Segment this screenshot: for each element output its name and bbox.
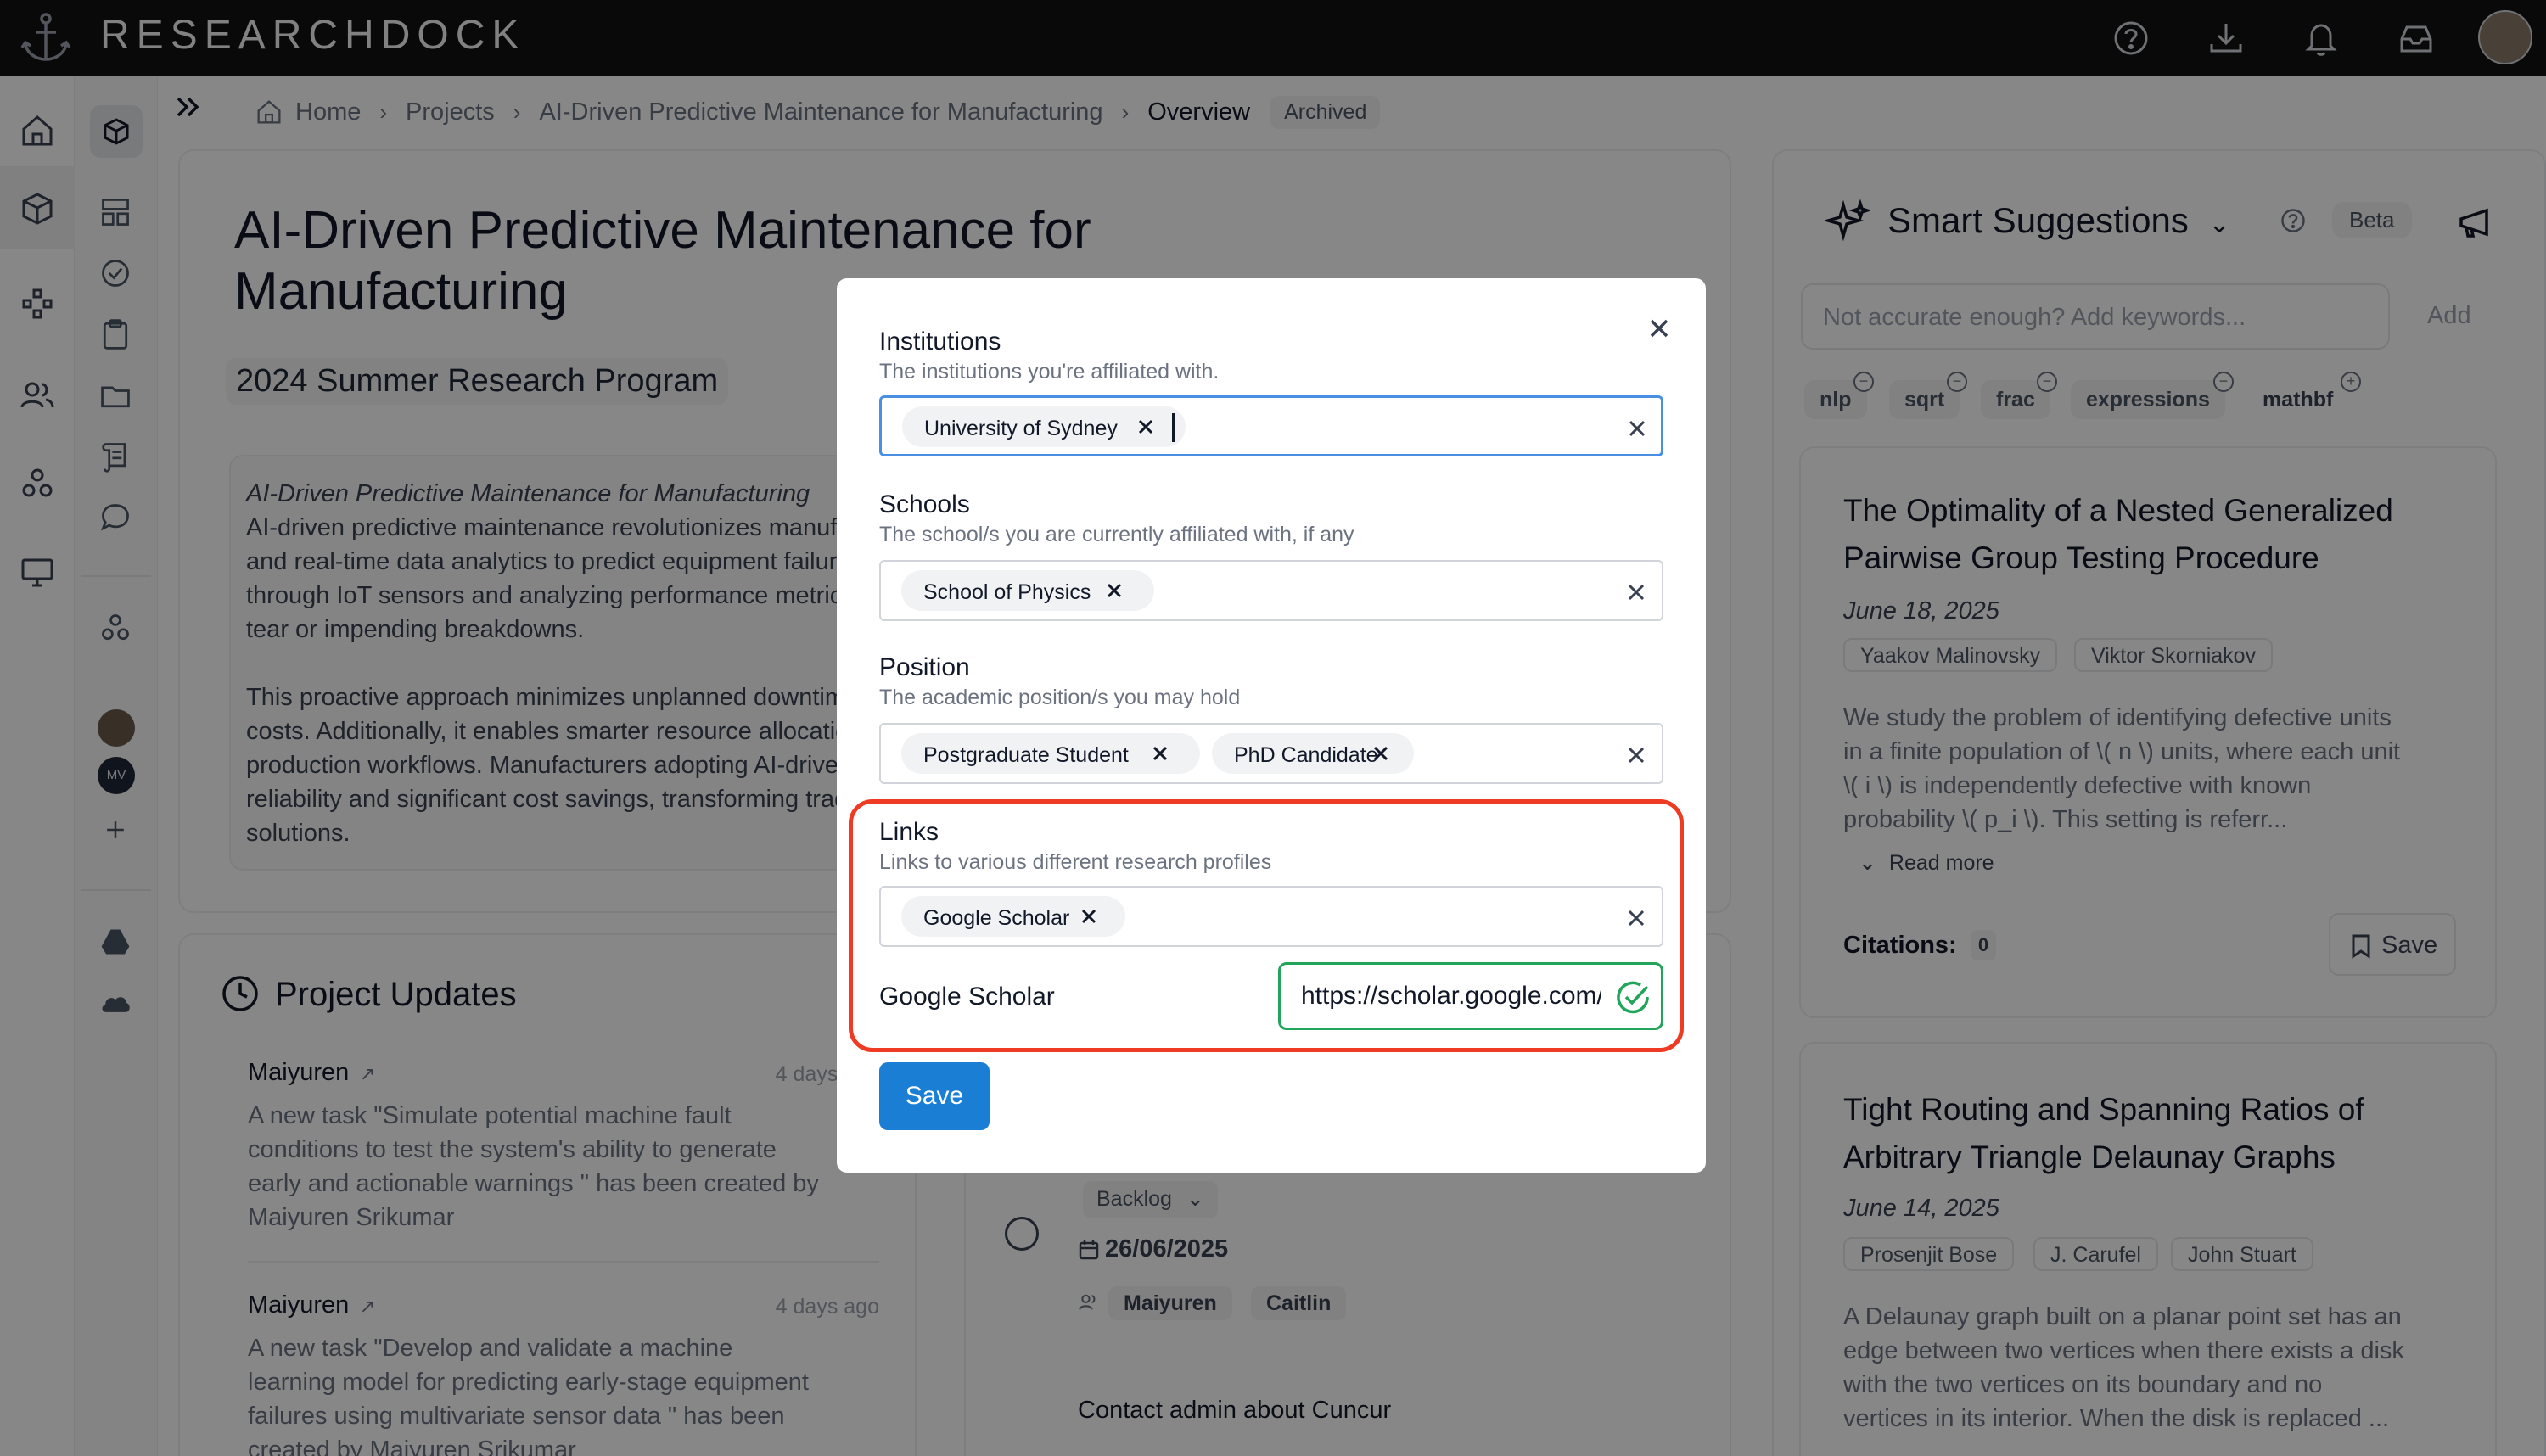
tag-label: PhD Candidate xyxy=(1234,743,1378,767)
position-label: Position xyxy=(879,653,970,681)
tag-label: Postgraduate Student xyxy=(923,743,1129,767)
clear-field-icon[interactable] xyxy=(1623,579,1650,606)
tag-label: University of Sydney xyxy=(924,417,1118,440)
remove-tag-icon[interactable] xyxy=(1368,741,1394,766)
remove-tag-icon[interactable] xyxy=(1102,578,1127,603)
position-help: The academic position/s you may hold xyxy=(879,686,1241,709)
tag-label: School of Physics xyxy=(923,580,1091,604)
position-field[interactable]: Postgraduate Student PhD Candidate xyxy=(879,723,1663,784)
institutions-field[interactable]: University of Sydney xyxy=(879,395,1663,456)
remove-tag-icon[interactable] xyxy=(1133,414,1158,440)
annotation-highlight xyxy=(849,799,1684,1052)
schools-help: The school/s you are currently affiliate… xyxy=(879,523,1354,546)
clear-field-icon[interactable] xyxy=(1623,742,1650,769)
schools-label: Schools xyxy=(879,490,970,518)
clear-field-icon[interactable] xyxy=(1623,415,1651,442)
schools-field[interactable]: School of Physics xyxy=(879,560,1663,621)
close-icon[interactable] xyxy=(1638,307,1680,350)
remove-tag-icon[interactable] xyxy=(1147,741,1173,766)
institutions-help: The institutions you're affiliated with. xyxy=(879,360,1220,384)
institutions-label: Institutions xyxy=(879,328,1001,356)
save-button[interactable]: Save xyxy=(879,1062,990,1130)
text-cursor xyxy=(1172,413,1175,442)
